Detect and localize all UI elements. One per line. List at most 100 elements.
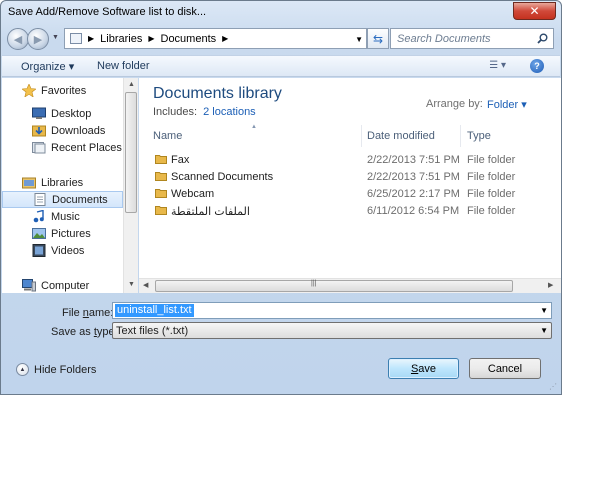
nav-item-documents[interactable]: Documents (2, 191, 123, 208)
close-button[interactable]: ✕ (513, 2, 556, 20)
file-name-label: File name: (62, 307, 114, 319)
file-date: 6/11/2012 6:54 PM (367, 205, 460, 217)
breadcrumb-separator-icon[interactable]: ▶ (88, 34, 94, 43)
nav-item-label: Desktop (51, 107, 92, 120)
arrange-by-dropdown[interactable]: Folder ▾ (487, 98, 527, 111)
command-bar: Organize ▾ New folder ☰ ▾ ? (2, 55, 560, 77)
file-name-value[interactable]: uninstall_list.txt (115, 304, 194, 317)
file-name: Webcam (171, 188, 215, 200)
collapse-up-icon: ▲ (16, 363, 29, 376)
search-icon[interactable] (537, 33, 548, 44)
locations-link[interactable]: 2 locations (203, 106, 256, 118)
file-date: 2/22/2013 7:51 PM (367, 154, 460, 166)
file-name-dropdown-icon[interactable]: ▼ (540, 306, 548, 315)
nav-item-music[interactable]: Music (32, 208, 123, 225)
forward-arrow-icon: ▶ (33, 33, 43, 46)
nav-item-desktop[interactable]: Desktop (32, 105, 123, 122)
folder-icon (155, 155, 167, 164)
breadcrumb-documents[interactable]: Documents (161, 33, 217, 45)
nav-item-pictures[interactable]: Pictures (32, 225, 123, 242)
nav-item-label: Downloads (51, 124, 106, 137)
column-divider[interactable] (460, 125, 461, 147)
save-type-dropdown-icon[interactable]: ▼ (540, 326, 548, 335)
search-box[interactable]: Search Documents (390, 28, 554, 49)
breadcrumb-separator-icon[interactable]: ▶ (148, 34, 154, 43)
file-row[interactable]: Scanned Documents 2/22/2013 7:51 PM File… (151, 168, 551, 185)
nav-item-videos[interactable]: Videos (32, 242, 123, 259)
file-name: Fax (171, 154, 190, 166)
folder-icon (155, 172, 167, 181)
videos-icon (32, 244, 46, 257)
cancel-button[interactable]: Cancel (469, 358, 541, 379)
forward-button[interactable]: ▶ (27, 28, 49, 50)
file-date: 6/25/2012 2:17 PM (367, 188, 460, 200)
file-row[interactable]: Fax 2/22/2013 7:51 PM File folder (151, 151, 551, 168)
file-date: 2/22/2013 7:51 PM (367, 171, 460, 183)
file-name: الملفات الملتقطة (171, 206, 250, 218)
address-bar[interactable]: ▶ Libraries ▶ Documents ▶ ▼ (64, 28, 367, 49)
recent-pages-chevron-icon[interactable]: ▼ (52, 34, 59, 41)
column-header-name[interactable]: Name (153, 130, 182, 142)
includes-prefix: Includes: (153, 106, 198, 118)
title-bar[interactable]: Save Add/Remove Software list to disk...… (1, 1, 561, 23)
scrollbar-thumb[interactable] (155, 280, 513, 292)
nav-computer-label: Computer (41, 279, 90, 292)
nav-computer[interactable]: Computer (22, 277, 123, 293)
arrange-by-label: Arrange by: (426, 98, 483, 110)
file-row[interactable]: Webcam 6/25/2012 2:17 PM File folder (151, 185, 551, 202)
file-type: File folder (467, 205, 516, 217)
nav-item-downloads[interactable]: Downloads (32, 122, 123, 139)
organize-button[interactable]: Organize ▾ (21, 60, 74, 73)
change-view-button[interactable]: ☰ ▾ (489, 60, 506, 71)
file-row[interactable]: الملفات الملتقطة 6/11/2012 6:54 PM File … (151, 202, 551, 219)
nav-favorites[interactable]: Favorites (22, 82, 123, 99)
navigation-pane: Favorites Desktop Downloads Recent Place… (2, 78, 123, 293)
nav-favorites-label: Favorites (41, 84, 87, 97)
hide-folders-label: Hide Folders (34, 363, 97, 376)
libraries-icon (22, 177, 36, 189)
file-name: Scanned Documents (171, 171, 274, 183)
back-button[interactable]: ◀ (7, 28, 29, 50)
nav-item-label: Pictures (51, 227, 91, 240)
scroll-left-icon[interactable]: ◀ (143, 281, 148, 289)
column-divider[interactable] (361, 125, 362, 147)
file-name-input[interactable]: uninstall_list.txt ▼ (112, 302, 552, 319)
library-icon (70, 33, 82, 44)
help-icon[interactable]: ? (530, 59, 544, 73)
downloads-icon (32, 125, 46, 137)
file-list-horizontal-scrollbar[interactable]: ◀ ||| ▶ (139, 278, 561, 293)
nav-pane-scrollbar[interactable]: ▲ ▼ (123, 78, 138, 293)
library-title: Documents library (153, 85, 282, 102)
documents-icon (34, 193, 46, 206)
breadcrumb-libraries[interactable]: Libraries (100, 33, 142, 45)
sort-ascending-icon: ▲ (251, 124, 257, 130)
library-includes: Includes: 2 locations (153, 106, 256, 118)
music-icon (33, 210, 44, 223)
resize-grip-icon[interactable]: ⋰ (549, 382, 557, 391)
scrollbar-thumb[interactable] (125, 92, 137, 213)
desktop-icon (32, 107, 46, 119)
save-type-label: Save as type: (51, 326, 118, 338)
column-header-type[interactable]: Type (467, 130, 491, 142)
nav-item-label: Videos (51, 244, 85, 257)
save-type-select[interactable]: Text files (*.txt) ▼ (112, 322, 552, 339)
column-header-date[interactable]: Date modified (367, 130, 435, 142)
file-list-pane: Documents library Includes: 2 locations … (139, 78, 561, 293)
nav-item-recent-places[interactable]: Recent Places (32, 139, 123, 156)
back-arrow-icon: ◀ (13, 33, 23, 46)
address-dropdown-icon[interactable]: ▼ (355, 35, 363, 44)
scroll-down-icon[interactable]: ▼ (128, 281, 135, 288)
refresh-button[interactable]: ⇆ (367, 28, 389, 49)
hide-folders-button[interactable]: ▲ Hide Folders (16, 363, 96, 376)
nav-libraries-label: Libraries (41, 176, 84, 189)
search-input[interactable]: Search Documents (397, 33, 491, 45)
scroll-right-icon[interactable]: ▶ (548, 281, 553, 289)
file-type: File folder (467, 154, 516, 166)
breadcrumb-separator-icon[interactable]: ▶ (222, 34, 228, 43)
scrollbar-grip-icon: ||| (311, 280, 317, 287)
nav-libraries[interactable]: Libraries (22, 174, 123, 191)
new-folder-button[interactable]: New folder (97, 60, 150, 72)
window-title: Save Add/Remove Software list to disk... (8, 6, 207, 18)
save-button[interactable]: Save (388, 358, 459, 379)
scroll-up-icon[interactable]: ▲ (128, 81, 135, 88)
